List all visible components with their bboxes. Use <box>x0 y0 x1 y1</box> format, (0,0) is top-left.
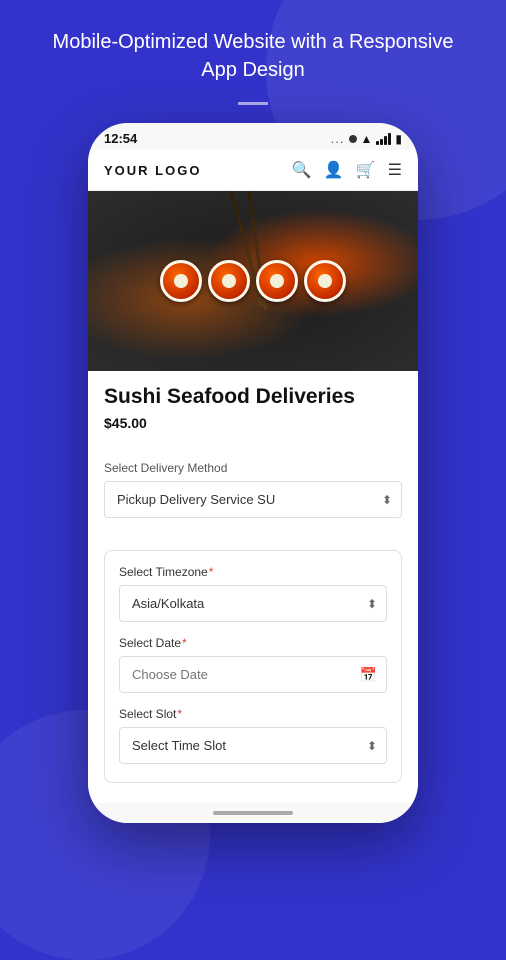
timezone-label: Select Timezone* <box>119 565 387 579</box>
nav-icons: 🔍 👤 🛒 ☰ <box>292 160 402 180</box>
status-bar: 12:54 ... ▲ ▮ <box>88 123 418 150</box>
timezone-group: Select Timezone* Asia/Kolkata ⬍ <box>119 565 387 622</box>
wifi-icon: ▲ <box>361 132 373 146</box>
search-icon[interactable]: 🔍 <box>292 160 312 180</box>
cart-icon[interactable]: 🛒 <box>356 160 376 180</box>
phone-frame: 12:54 ... ▲ ▮ YOUR LOGO 🔍 👤 🛒 ☰ <box>88 123 418 823</box>
date-input[interactable] <box>119 656 387 693</box>
status-icons: ... ▲ ▮ <box>331 131 402 146</box>
status-time: 12:54 <box>104 131 137 146</box>
slot-select[interactable]: Select Time Slot <box>119 727 387 764</box>
slot-required-star: * <box>177 707 182 721</box>
delivery-select-wrapper: Pickup Delivery Service SU ⬍ <box>104 481 402 518</box>
page-header-title: Mobile-Optimized Website with a Responsi… <box>0 0 506 102</box>
form-card: Select Timezone* Asia/Kolkata ⬍ Select D… <box>104 550 402 783</box>
product-section: Sushi Seafood Deliveries $45.00 <box>88 371 418 461</box>
delivery-method-section: Select Delivery Method Pickup Delivery S… <box>88 461 418 538</box>
phone-bottom-bar <box>88 803 418 823</box>
sushi-piece-1 <box>160 260 202 302</box>
battery-icon: ▮ <box>395 132 402 146</box>
phone-content: YOUR LOGO 🔍 👤 🛒 ☰ S <box>88 150 418 803</box>
sushi-roll <box>160 260 346 302</box>
sushi-piece-4 <box>304 260 346 302</box>
timezone-required-star: * <box>209 565 214 579</box>
calendar-icon: 📅 <box>360 666 377 683</box>
delivery-method-select[interactable]: Pickup Delivery Service SU <box>104 481 402 518</box>
delivery-method-label: Select Delivery Method <box>104 461 402 475</box>
date-label: Select Date* <box>119 636 387 650</box>
slot-label-text: Select Slot <box>119 707 176 721</box>
header-divider <box>238 102 268 105</box>
menu-icon[interactable]: ☰ <box>388 160 402 180</box>
date-required-star: * <box>182 636 187 650</box>
product-price: $45.00 <box>104 415 402 431</box>
sushi-piece-3 <box>256 260 298 302</box>
hero-image <box>88 191 418 371</box>
sushi-piece-2 <box>208 260 250 302</box>
nav-bar: YOUR LOGO 🔍 👤 🛒 ☰ <box>88 150 418 191</box>
status-dots: ... <box>331 131 345 146</box>
user-icon[interactable]: 👤 <box>324 160 344 180</box>
logo: YOUR LOGO <box>104 163 201 178</box>
slot-group: Select Slot* Select Time Slot ⬍ <box>119 707 387 764</box>
timezone-select[interactable]: Asia/Kolkata <box>119 585 387 622</box>
signal-bars-icon <box>376 133 391 145</box>
slot-label: Select Slot* <box>119 707 387 721</box>
product-title: Sushi Seafood Deliveries <box>104 385 402 409</box>
timezone-label-text: Select Timezone <box>119 565 208 579</box>
date-label-text: Select Date <box>119 636 181 650</box>
timezone-select-wrapper: Asia/Kolkata ⬍ <box>119 585 387 622</box>
slot-select-wrapper: Select Time Slot ⬍ <box>119 727 387 764</box>
camera-dot <box>349 135 357 143</box>
date-group: Select Date* 📅 <box>119 636 387 693</box>
home-indicator <box>213 811 293 815</box>
date-input-wrapper: 📅 <box>119 656 387 693</box>
